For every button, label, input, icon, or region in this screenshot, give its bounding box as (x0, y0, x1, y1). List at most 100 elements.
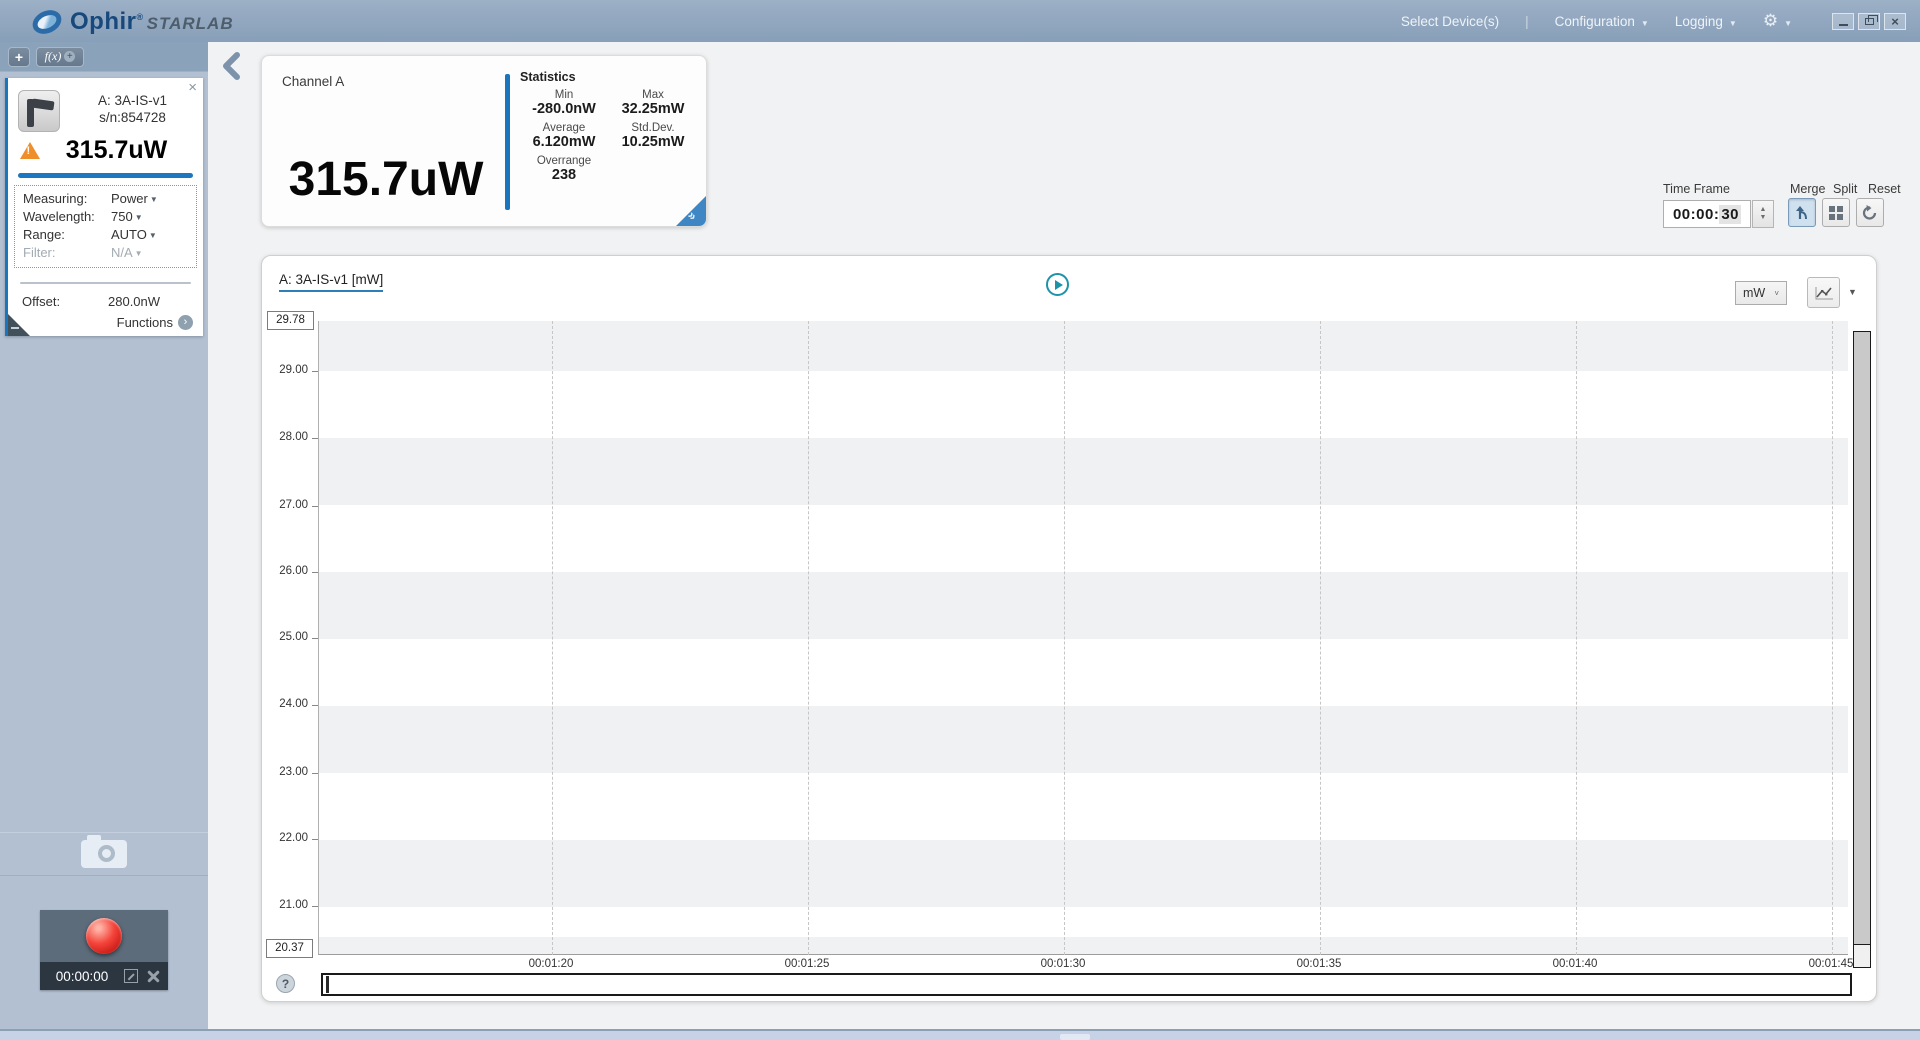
brand-name: Ophir® (70, 7, 144, 35)
timeframe-input[interactable]: 00:00: 30 (1663, 200, 1751, 228)
caret-down-icon: ▼ (1728, 18, 1737, 28)
x-tick-label: 00:01:35 (1296, 958, 1342, 970)
close-button[interactable]: × (1884, 12, 1906, 30)
caret-down-icon: ▼ (149, 195, 158, 204)
statistics-block: Statistics Min Max -280.0nW 32.25mW Aver… (520, 70, 698, 183)
unit-select[interactable]: mW ˅ (1735, 281, 1787, 305)
split-icon (1829, 205, 1843, 220)
timeframe-spinner[interactable]: ▲ ▼ (1752, 200, 1774, 228)
play-icon (1054, 279, 1063, 290)
menu-select-devices[interactable]: Select Device(s) (1401, 14, 1499, 29)
wavelength-dropdown[interactable]: 750 ▼ (111, 208, 143, 226)
y-tick-label: 28.00 (279, 431, 308, 443)
setting-wavelength: Wavelength: 750 ▼ (23, 208, 188, 226)
timeframe-seconds-segment[interactable]: 30 (1719, 204, 1742, 224)
stat-min-label: Min (554, 89, 574, 101)
stat-stddev-label: Std.Dev. (631, 122, 675, 134)
stat-overrange-value: 238 (551, 167, 577, 183)
reset-label: Reset (1868, 182, 1901, 196)
y-min-box: 20.37 (266, 939, 313, 958)
help-button[interactable]: ? (276, 974, 295, 993)
split-button[interactable] (1822, 198, 1850, 227)
device-serial: s/n:854728 (99, 110, 166, 125)
back-chevron-icon[interactable] (221, 52, 241, 80)
timeline-cursor[interactable] (326, 976, 329, 993)
menu-separator: | (1525, 13, 1529, 29)
collapse-card-handle[interactable] (8, 314, 30, 336)
popout-icon[interactable] (124, 969, 138, 983)
chevron-right-icon: › (178, 315, 193, 330)
vertical-scrollbar[interactable] (1853, 331, 1871, 968)
add-function-button[interactable]: f(x) + (36, 46, 84, 67)
y-tick-mark (312, 371, 318, 372)
reset-button[interactable] (1856, 198, 1884, 227)
y-tick-label: 22.00 (279, 832, 308, 844)
minus-icon (11, 327, 19, 329)
vertical-scrollbar-thumb[interactable] (1853, 944, 1871, 968)
titlebar-menu: Select Device(s) | Configuration ▼ Loggin… (1401, 0, 1920, 42)
filter-dropdown: N/A ▼ (111, 244, 143, 262)
x-tick-label: 00:01:25 (784, 958, 830, 970)
merge-icon (1796, 205, 1807, 219)
menu-logging[interactable]: Logging ▼ (1675, 14, 1737, 29)
y-tick-mark (312, 773, 318, 774)
restore-button[interactable] (1858, 12, 1880, 30)
app-window: Ophir® STARLAB Select Device(s) | Config… (0, 0, 1920, 1040)
device-close-icon[interactable]: × (188, 80, 197, 95)
caret-down-icon: ▼ (1640, 18, 1649, 28)
merge-button[interactable] (1788, 198, 1816, 227)
sidebar-toolbar: + f(x) + (0, 42, 208, 72)
titlebar: Ophir® STARLAB Select Device(s) | Config… (0, 0, 1920, 42)
caret-down-icon: ▼ (134, 213, 143, 222)
chart-type-button[interactable] (1807, 277, 1840, 308)
measuring-dropdown[interactable]: Power ▼ (111, 190, 158, 208)
y-tick-mark (312, 705, 318, 706)
restore-icon (1864, 14, 1878, 25)
range-dropdown[interactable]: AUTO ▼ (111, 226, 157, 244)
x-tick-label: 00:01:40 (1552, 958, 1598, 970)
camera-icon[interactable] (81, 835, 127, 868)
minimize-icon (1838, 23, 1848, 26)
play-button[interactable] (1046, 273, 1069, 296)
settings-gear-menu[interactable]: ⚙ ▼ (1763, 11, 1792, 31)
merge-label: Merge (1790, 182, 1826, 196)
chart-title-tab[interactable]: A: 3A-IS-v1 [mW] (279, 272, 384, 292)
device-name: A: 3A-IS-v1 (97, 93, 168, 108)
brand-product: STARLAB (146, 13, 234, 33)
gridline (552, 321, 553, 955)
taskbar-hint (1060, 1034, 1090, 1040)
caret-down-icon: ˅ (1774, 288, 1779, 298)
caret-down-icon: ▼ (1784, 18, 1792, 28)
menu-configuration[interactable]: Configuration ▼ (1555, 14, 1649, 29)
y-tick-label: 25.00 (279, 631, 308, 643)
setting-measuring: Measuring: Power ▼ (23, 190, 188, 208)
plot-area[interactable] (318, 321, 1848, 955)
stat-overrange-label: Overrange (536, 155, 592, 167)
statistics-title: Statistics (520, 70, 576, 84)
chart-type-caret-icon[interactable]: ▼ (1848, 287, 1857, 297)
taskbar-edge (0, 1029, 1920, 1040)
recorder-statusbar: 00:00:00 (40, 962, 168, 990)
y-tick-label: 21.00 (279, 899, 308, 911)
minimize-button[interactable] (1832, 12, 1854, 30)
add-device-button[interactable]: + (8, 46, 30, 67)
y-tick-label: 26.00 (279, 565, 308, 577)
timeline-scrollbar[interactable] (321, 973, 1852, 996)
tools-icon[interactable] (146, 969, 160, 983)
y-tick-mark (312, 506, 318, 507)
device-card[interactable]: × A: 3A-IS-v1 s/n:854728 ! 315.7uW Measu… (5, 78, 203, 336)
stat-min-value: -280.0nW (532, 101, 596, 117)
stat-max-value: 32.25mW (621, 101, 685, 117)
stat-average-label: Average (542, 122, 586, 134)
channel-a-card[interactable]: Channel A 315.7uW Statistics Min Max -28… (261, 55, 707, 227)
functions-link[interactable]: Functions › (117, 315, 193, 330)
gear-icon: ⚙ (1762, 11, 1779, 30)
y-max-box: 29.78 (267, 311, 314, 330)
recorder-panel: 00:00:00 (40, 910, 168, 990)
stat-max-label: Max (642, 89, 664, 101)
device-settings: Measuring: Power ▼ Wavelength: 750 ▼ Range… (14, 185, 197, 268)
caret-down-icon: ▼ (148, 231, 157, 240)
record-button[interactable] (86, 918, 122, 954)
stat-average-value: 6.120mW (532, 134, 596, 150)
expand-card-handle[interactable]: » (676, 196, 706, 226)
